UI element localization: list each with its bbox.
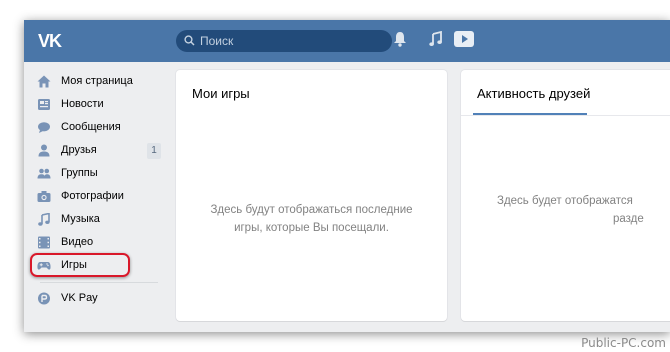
tab-friends-activity[interactable]: Активность друзей: [477, 86, 590, 101]
play-icon[interactable]: [453, 30, 475, 48]
sidebar-item-label: VK Pay: [61, 292, 98, 304]
empty-line: игры, которые Вы посещали.: [234, 222, 389, 234]
my-games-title: Мои игры: [192, 86, 250, 101]
friends-icon: [38, 144, 50, 157]
search-input[interactable]: [198, 30, 388, 52]
sidebar-item-friends[interactable]: Друзья 1: [24, 139, 174, 162]
news-icon: [38, 99, 50, 110]
video-icon: [38, 236, 50, 249]
messages-icon: [38, 122, 50, 133]
empty-line: разде: [613, 213, 644, 225]
empty-line: Здесь будут отображаться последние: [210, 204, 413, 216]
sidebar-item-news[interactable]: Новости: [24, 93, 174, 116]
sidebar-item-vk-pay[interactable]: VK Pay: [24, 287, 174, 310]
sidebar-item-music[interactable]: Музыка: [24, 208, 174, 231]
sidebar-item-label: Группы: [61, 167, 98, 179]
bell-icon[interactable]: [393, 31, 407, 47]
empty-line: Здесь будет отображатся: [497, 195, 633, 207]
sidebar-item-my-page[interactable]: Моя страница: [24, 70, 174, 93]
groups-icon: [37, 168, 51, 179]
sidebar-divider: [40, 282, 158, 283]
search-icon: [184, 35, 195, 46]
sidebar-item-label: Друзья: [61, 144, 97, 156]
watermark: Public-PC.com: [581, 336, 666, 350]
sidebar-item-label: Видео: [61, 236, 94, 248]
home-icon: [37, 75, 51, 88]
my-games-empty-message: Здесь будут отображаться последние игры,…: [176, 201, 447, 237]
top-header: VK: [24, 20, 670, 62]
music-note-icon[interactable]: [429, 31, 443, 47]
sidebar-item-label: Новости: [61, 98, 104, 110]
sidebar-item-video[interactable]: Видео: [24, 231, 174, 254]
vk-window: VK Моя страница Н: [24, 20, 670, 332]
sidebar-item-label: Музыка: [61, 213, 100, 225]
tab-divider: [461, 115, 670, 116]
sidebar-item-messages[interactable]: Сообщения: [24, 116, 174, 139]
friends-activity-card: Активность друзей Здесь будет отображатс…: [461, 70, 670, 321]
sidebar-item-groups[interactable]: Группы: [24, 162, 174, 185]
search-box[interactable]: [176, 30, 392, 52]
sidebar-item-label: Фотографии: [61, 190, 124, 202]
vk-logo[interactable]: VK: [38, 31, 68, 51]
my-games-card: Мои игры Здесь будут отображаться послед…: [176, 70, 447, 321]
camera-icon: [37, 191, 51, 202]
sidebar-item-label: Моя страница: [61, 75, 133, 87]
vkpay-icon: [38, 292, 50, 305]
sidebar-item-photos[interactable]: Фотографии: [24, 185, 174, 208]
games-highlight-box: [30, 253, 130, 277]
sidebar-item-label: Сообщения: [61, 121, 121, 133]
friends-count-badge: 1: [147, 143, 161, 159]
music-icon: [38, 213, 50, 226]
